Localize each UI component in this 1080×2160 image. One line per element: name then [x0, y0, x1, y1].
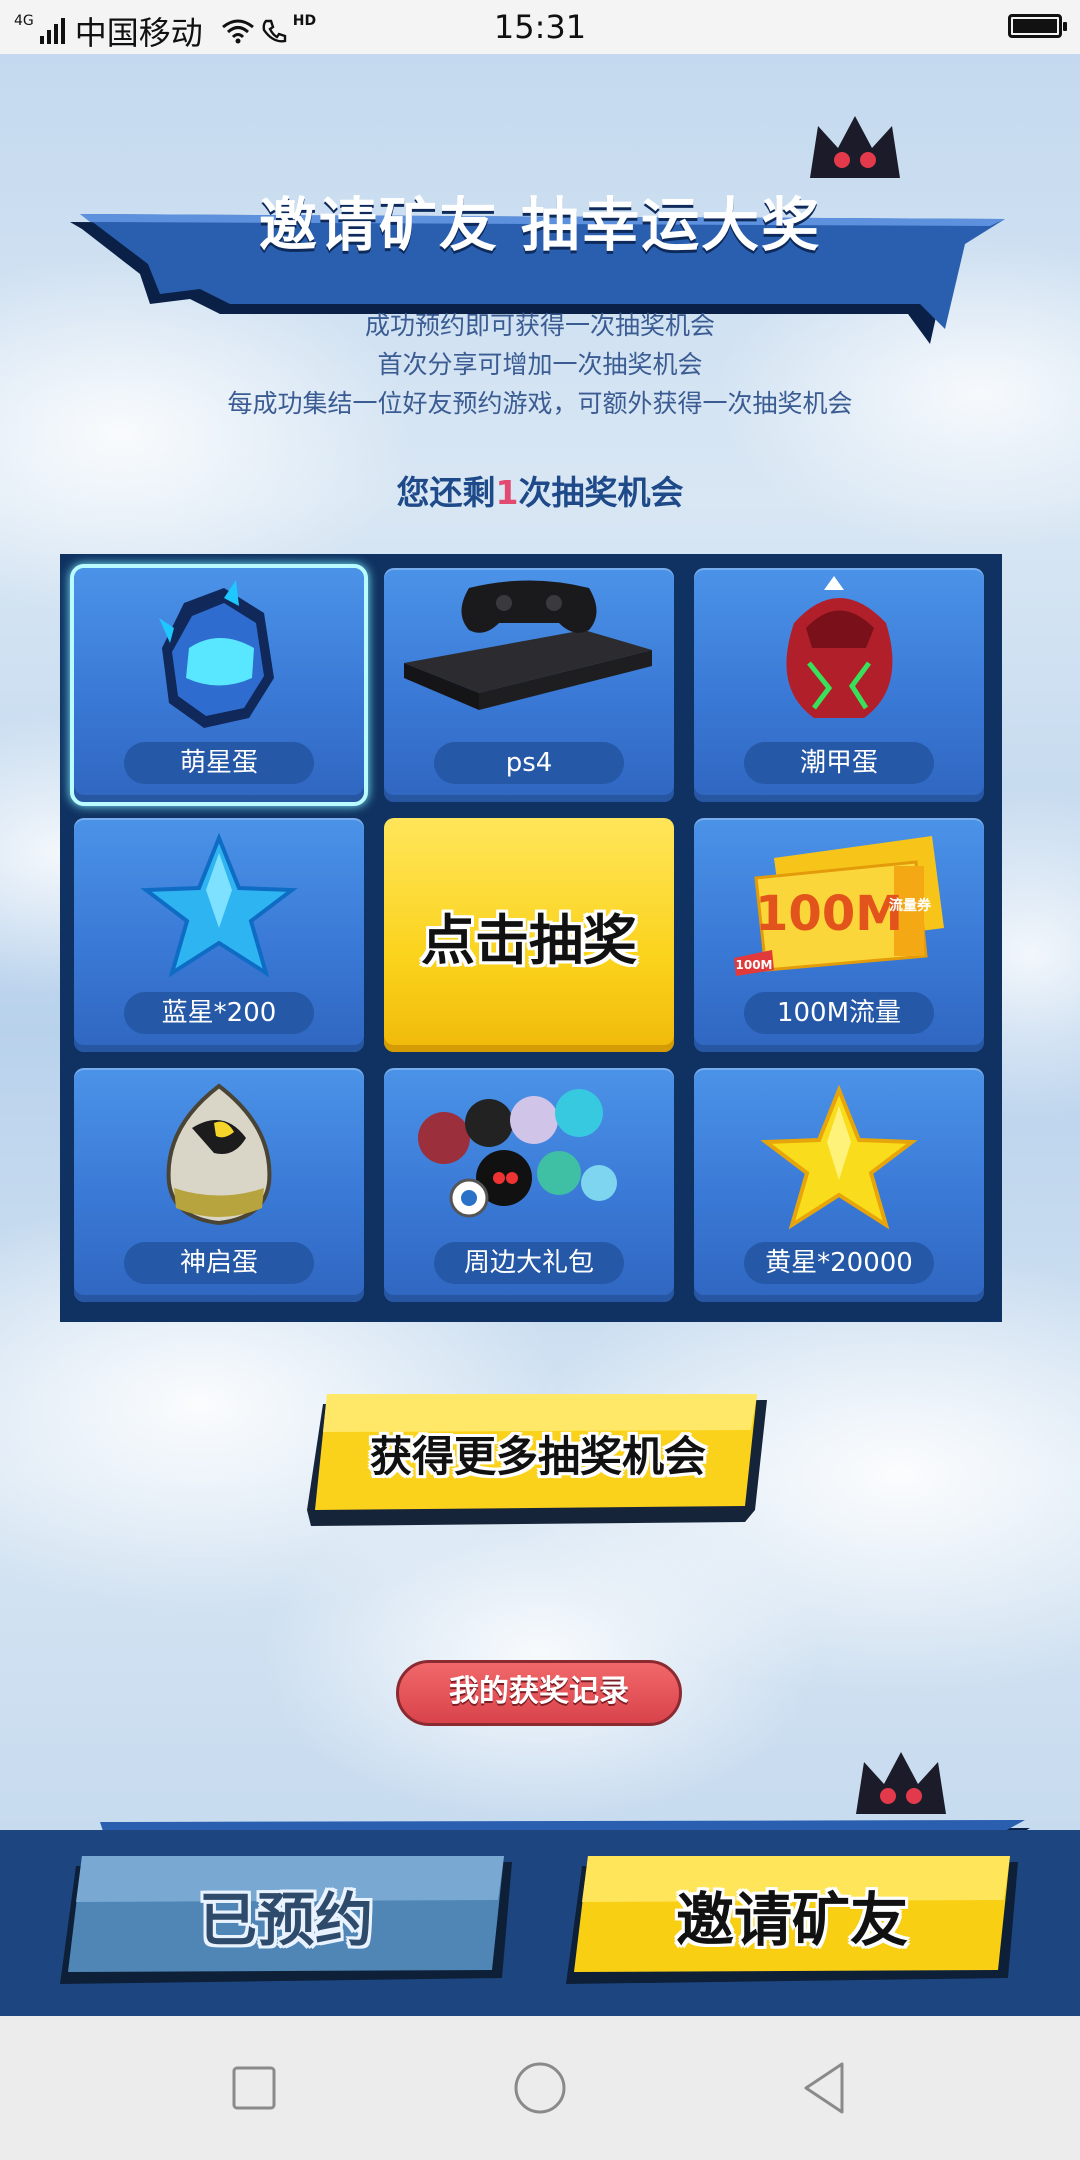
merch-gift-pack-icon	[418, 1089, 617, 1218]
prize-label: 100M流量	[744, 992, 934, 1034]
prize-label: 蓝星*200	[124, 992, 314, 1034]
home-icon[interactable]	[508, 2056, 572, 2120]
clock: 15:31	[493, 8, 587, 46]
prize-label: 神启蛋	[124, 1242, 314, 1284]
voucher-big-text: 100M	[755, 886, 903, 942]
prize-label: 潮甲蛋	[744, 742, 934, 784]
intro-text: 成功预约即可获得一次抽奖机会 首次分享可增加一次抽奖机会 每成功集结一位好友预约…	[0, 306, 1080, 423]
chances-count: 1	[495, 473, 519, 512]
remaining-chances: 您还剩1次抽奖机会	[0, 466, 1080, 514]
invite-friends-button[interactable]: 邀请矿友	[562, 1852, 1022, 2002]
battery-icon	[1008, 14, 1067, 38]
status-bar: 4G 中国移动 HD 15:31	[0, 0, 1080, 54]
bottom-action-bar: 已预约 邀请矿友	[0, 1830, 1080, 2016]
prize-cell-blue-star: 蓝星*200	[74, 818, 364, 1052]
prize-label: 周边大礼包	[434, 1242, 624, 1284]
blue-star-icon	[140, 832, 298, 978]
intro-line: 首次分享可增加一次抽奖机会	[377, 350, 703, 379]
reserved-label: 已预约	[198, 1886, 373, 1954]
prize-cell-data-voucher: 100M 流量券 100M 100M流量	[694, 818, 984, 1052]
back-icon[interactable]	[794, 2056, 858, 2120]
intro-line: 每成功集结一位好友预约游戏，可额外获得一次抽奖机会	[227, 389, 853, 418]
section-banner	[100, 1820, 1030, 1830]
page-title: 邀请矿友 抽幸运大奖	[258, 191, 822, 259]
chances-suffix: 次抽奖机会	[518, 473, 684, 512]
data-voucher-icon: 100M 流量券 100M	[734, 836, 944, 976]
voucher-side-text: 流量券	[889, 897, 932, 914]
ps4-console-icon	[404, 580, 652, 710]
prize-label: 萌星蛋	[124, 742, 314, 784]
yellow-star-icon	[760, 1084, 918, 1230]
prize-cell-trend-armor-egg: 潮甲蛋	[694, 568, 984, 802]
invite-friends-label: 邀请矿友	[675, 1886, 908, 1954]
prize-label: ps4	[434, 742, 624, 784]
get-more-chances-button[interactable]: 获得更多抽奖机会	[305, 1390, 771, 1544]
prize-cell-divine-egg: 神启蛋	[74, 1068, 364, 1302]
prize-label: 黄星*20000	[744, 1242, 934, 1284]
recent-apps-icon[interactable]	[222, 2056, 286, 2120]
reserved-button[interactable]: 已预约	[56, 1852, 516, 2002]
page-background: 邀请矿友 抽幸运大奖 成功预约即可获得一次抽奖机会 首次分享可增加一次抽奖机会 …	[0, 54, 1080, 1830]
chances-prefix: 您还剩	[396, 473, 496, 512]
draw-label: 点击抽奖	[421, 908, 637, 972]
system-nav-bar	[0, 2016, 1080, 2160]
voucher-small-text: 100M	[736, 958, 773, 972]
draw-button[interactable]: 点击抽奖	[384, 818, 674, 1052]
my-records-button[interactable]: 我的获奖记录	[396, 1660, 682, 1726]
lottery-grid: 萌星蛋 ps4 潮甲蛋 蓝星*200 点击抽奖 100M 流量券 100M 10…	[60, 554, 1002, 1322]
intro-line: 成功预约即可获得一次抽奖机会	[364, 311, 715, 340]
cute-star-egg-icon	[159, 580, 274, 728]
prize-cell-yellow-star: 黄星*20000	[694, 1068, 984, 1302]
get-more-chances-label: 获得更多抽奖机会	[369, 1432, 706, 1481]
divine-egg-icon	[166, 1083, 272, 1226]
trend-armor-egg-icon	[786, 576, 893, 718]
prize-cell-merch-gift-pack: 周边大礼包	[384, 1068, 674, 1302]
prize-cell-cute-star-egg: 萌星蛋	[70, 564, 368, 806]
prize-cell-ps4: ps4	[384, 568, 674, 802]
